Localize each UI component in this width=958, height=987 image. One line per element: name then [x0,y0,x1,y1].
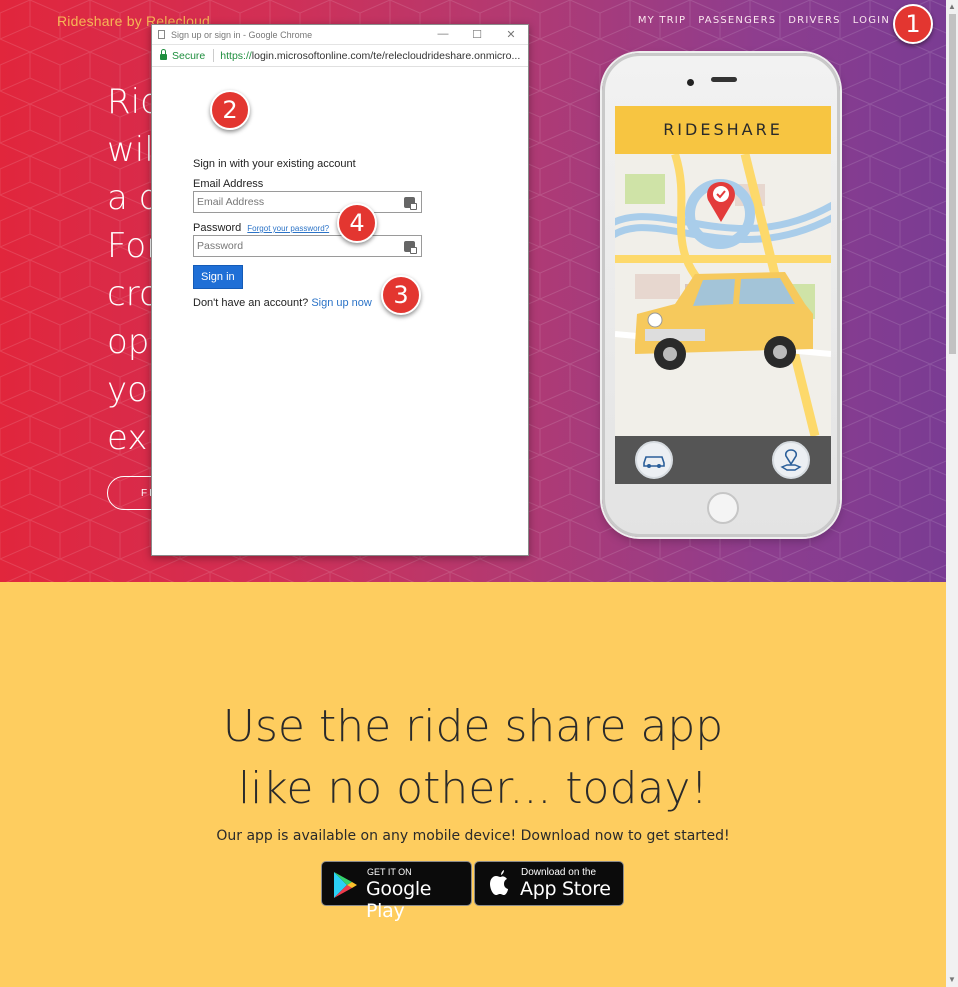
callout-badge-3: 3 [381,275,421,315]
password-label: Password [193,222,242,234]
app-promo-section: Use the ride share app like no other... … [0,582,946,987]
apple-icon [490,870,508,895]
nav-drivers[interactable]: DRIVERS [788,15,840,26]
nav-login[interactable]: LOGIN [853,15,890,26]
google-play-badge[interactable]: GET IT ON Google Play [321,861,472,922]
app-title: RIDESHARE [615,106,831,154]
email-input[interactable] [194,192,421,212]
phone-home-button [707,492,739,524]
page-icon [158,30,165,39]
scroll-down-icon[interactable]: ▼ [948,975,956,984]
url-scheme: https:// [220,49,252,62]
keyboard-icon[interactable] [404,197,417,210]
callout-badge-1: 1 [893,4,933,44]
lock-icon [160,49,167,60]
nav-passengers[interactable]: PASSENGERS [698,15,776,26]
secure-label: Secure [172,49,206,62]
nav-my-trip[interactable]: MY TRIP [638,15,686,26]
signup-link[interactable]: Sign up now [311,297,372,309]
scroll-up-icon[interactable]: ▲ [948,2,956,11]
keyboard-icon[interactable] [404,241,417,254]
scroll-thumb[interactable] [949,14,956,354]
phone-screen: RIDESHARE [615,106,831,484]
google-play-big-text: Google Play [366,878,432,922]
password-label-row: Password Forgot your password? [193,222,423,234]
phone-speaker [711,77,737,82]
signin-heading: Sign in with your existing account [193,158,356,170]
promo-title-line: like no other... today! [237,763,709,814]
app-bottom-bar [615,436,831,484]
map-location-icon[interactable] [772,441,810,479]
popup-window-title: Sign up or sign in - Google Chrome [171,29,313,40]
app-store-small-text: Download on the [521,867,597,878]
password-input[interactable] [194,236,421,256]
password-field[interactable] [193,235,422,257]
address-divider [213,49,215,62]
app-store-big-text: App Store [520,878,611,900]
url-text: login.microsoftonline.com/te/relecloudri… [251,49,521,62]
close-icon[interactable]: ✕ [494,28,528,41]
callout-badge-4: 4 [337,203,377,243]
phone-camera [687,79,694,86]
no-account-text: Don't have an account? [193,297,309,309]
email-field[interactable] [193,191,422,213]
forgot-password-link[interactable]: Forgot your password? [247,224,329,233]
promo-subtitle: Our app is available on any mobile devic… [216,828,730,844]
page-scrollbar[interactable]: ▲ ▼ [946,0,958,987]
email-label-row: Email Address [193,178,423,190]
maximize-icon[interactable]: ☐ [460,28,494,41]
car-icon[interactable] [635,441,673,479]
promo-title: Use the ride share app like no other... … [0,696,946,820]
minimize-icon[interactable]: — [426,28,460,41]
google-play-icon [334,872,357,898]
app-store-badge[interactable]: Download on the App Store [474,861,624,906]
popup-titlebar: Sign up or sign in - Google Chrome — ☐ ✕ [152,25,528,45]
phone-mockup: RIDESHARE [602,53,840,537]
top-nav: MY TRIP PASSENGERS DRIVERS LOGIN [638,15,890,26]
signin-popup-window: Sign up or sign in - Google Chrome — ☐ ✕… [151,24,529,556]
google-play-small-text: GET IT ON [367,867,412,877]
signin-button[interactable]: Sign in [193,265,243,289]
email-label: Email Address [193,178,264,190]
promo-title-line: Use the ride share app [222,701,724,752]
address-bar[interactable]: Secure https:// login.microsoftonline.co… [152,45,528,67]
callout-badge-2: 2 [210,90,250,130]
map-illustration [615,154,831,436]
window-controls: — ☐ ✕ [426,28,528,41]
